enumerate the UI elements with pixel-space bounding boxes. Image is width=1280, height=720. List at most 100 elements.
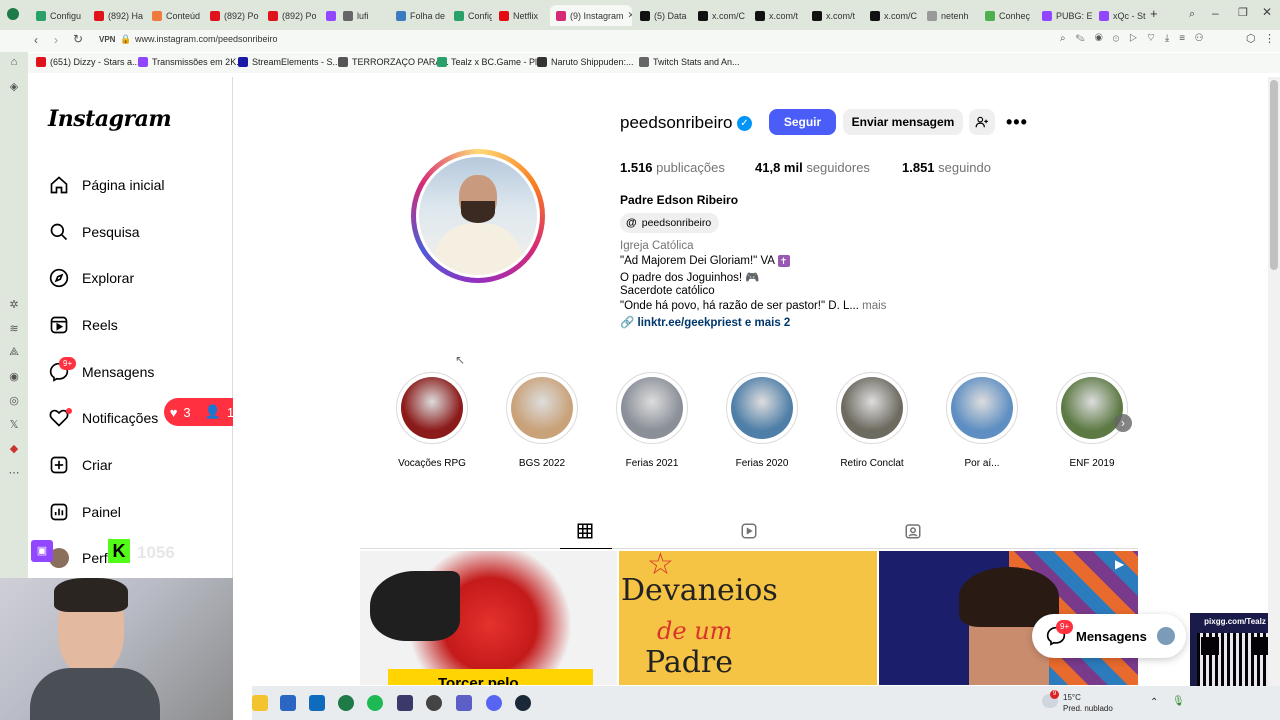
story-highlight[interactable]: Ferias 2020 bbox=[725, 372, 799, 469]
bookmark-item[interactable]: Twitch Stats and An... bbox=[639, 57, 740, 67]
story-highlight[interactable]: Retiro Conclat bbox=[835, 372, 909, 469]
app-icon[interactable] bbox=[397, 695, 413, 711]
browser-tab[interactable]: (892) Po bbox=[262, 5, 319, 26]
sidebar-app-icon[interactable]: ≋ bbox=[7, 322, 21, 336]
browser-tab[interactable]: x.com/C bbox=[692, 5, 748, 26]
post-tile[interactable]: Torcer pelo bbox=[360, 551, 617, 685]
nav-home[interactable]: Página inicial bbox=[48, 170, 165, 200]
threads-chip[interactable]: @ peedsonribeiro bbox=[620, 213, 720, 233]
sidebar-app-icon[interactable]: ✲ bbox=[7, 298, 21, 312]
nav-search[interactable]: Pesquisa bbox=[48, 217, 140, 247]
outlook-icon[interactable] bbox=[309, 695, 325, 711]
instagram-logo[interactable]: Instagram bbox=[48, 106, 172, 132]
following-stat[interactable]: 1.851 seguindo bbox=[902, 160, 991, 175]
tab-posts[interactable] bbox=[576, 522, 594, 540]
send-message-button[interactable]: Enviar mensagem bbox=[843, 109, 963, 135]
bookmark-label: (651) Dizzy - Stars a... bbox=[50, 57, 140, 67]
url-input[interactable]: www.instagram.com/peedsonribeiro bbox=[135, 34, 278, 44]
browser-tab[interactable]: Configu bbox=[30, 5, 87, 26]
steam-icon[interactable] bbox=[515, 695, 531, 711]
story-highlight[interactable]: Por aí... bbox=[945, 372, 1019, 469]
nav-profile[interactable]: Perfi bbox=[48, 543, 111, 573]
store-icon[interactable] bbox=[280, 695, 296, 711]
sidebar-app-icon[interactable]: ◆ bbox=[7, 442, 21, 456]
scrollbar-thumb[interactable] bbox=[1270, 80, 1278, 270]
sidebar-app-icon[interactable]: ◈ bbox=[7, 80, 21, 94]
nav-create[interactable]: Criar bbox=[48, 450, 112, 480]
browser-tab[interactable]: PUBG: E bbox=[1036, 5, 1092, 26]
post-tile[interactable]: Devaneios de um Padre ☆ bbox=[619, 551, 877, 685]
browser-tab[interactable]: x.com/t bbox=[806, 5, 863, 26]
opera-logo-icon[interactable] bbox=[7, 8, 19, 20]
highlights-next-button[interactable]: › bbox=[1114, 414, 1132, 432]
bookmark-item[interactable]: Tealz x BC.Game - Pl... bbox=[437, 57, 545, 67]
nav-dashboard[interactable]: Painel bbox=[48, 497, 121, 527]
browser-tab[interactable]: Configu bbox=[448, 5, 492, 26]
browser-tab[interactable]: x.com/t bbox=[749, 5, 805, 26]
tab-favicon-icon bbox=[396, 10, 406, 21]
x-sidebar-icon[interactable]: 𝕏 bbox=[7, 418, 21, 432]
browser-tab[interactable]: xQc - St bbox=[1093, 5, 1149, 26]
microphone-icon[interactable]: 🎙 bbox=[1172, 696, 1185, 707]
close-tab-icon[interactable]: ✕ bbox=[628, 10, 632, 21]
more-options-icon[interactable]: ••• bbox=[1006, 112, 1028, 133]
followers-stat[interactable]: 41,8 mil seguidores bbox=[755, 160, 870, 175]
opera-taskbar-icon[interactable] bbox=[338, 695, 354, 711]
tab-favicon-icon bbox=[268, 10, 278, 21]
sidebar-app-icon[interactable]: ⟁ bbox=[7, 346, 21, 360]
nav-reels[interactable]: Reels bbox=[48, 310, 118, 340]
minimize-button[interactable]: – bbox=[1212, 6, 1219, 20]
browser-tab[interactable]: Netflix bbox=[493, 5, 549, 26]
browser-tab[interactable]: (892) Ha bbox=[88, 5, 145, 26]
browser-tab[interactable]: (5) Data bbox=[634, 5, 691, 26]
messenger-sidebar-icon[interactable]: ◉ bbox=[7, 370, 21, 384]
teams-icon[interactable] bbox=[456, 695, 472, 711]
nav-notifications[interactable]: Notificações bbox=[48, 403, 158, 433]
browser-tab[interactable]: (892) Po bbox=[320, 5, 336, 26]
home-sidebar-icon[interactable]: ⌂ bbox=[7, 56, 21, 70]
profile-link[interactable]: 🔗 linktr.ee/geekpriest e mais 2 bbox=[620, 315, 790, 329]
back-button[interactable]: ‹ bbox=[34, 33, 38, 47]
maximize-button[interactable]: ❐ bbox=[1238, 6, 1248, 19]
bookmark-item[interactable]: Naruto Shippuden:... bbox=[537, 57, 634, 67]
file-explorer-icon[interactable] bbox=[252, 695, 268, 711]
bookmark-item[interactable]: StreamElements - S... bbox=[238, 57, 340, 67]
reload-button[interactable]: ↻ bbox=[73, 32, 83, 46]
browser-tab[interactable]: Conteúd bbox=[146, 5, 203, 26]
story-highlight[interactable]: Vocações RPG bbox=[395, 372, 469, 469]
browser-tab[interactable]: x.com/C bbox=[864, 5, 920, 26]
browser-tab[interactable]: lufi bbox=[337, 5, 389, 26]
tab-reels[interactable] bbox=[740, 522, 758, 540]
close-window-button[interactable]: ✕ bbox=[1262, 5, 1272, 19]
messages-floating-button[interactable]: Mensagens bbox=[1032, 614, 1186, 658]
app-icon[interactable] bbox=[426, 695, 442, 711]
story-highlight[interactable]: Ferias 2021 bbox=[615, 372, 689, 469]
forward-button[interactable]: › bbox=[54, 33, 58, 47]
browser-tab[interactable]: (892) Po bbox=[204, 5, 261, 26]
extensions-icon[interactable]: ⬡ bbox=[1246, 32, 1256, 45]
menu-icon[interactable]: ⋮ bbox=[1264, 32, 1275, 45]
browser-tab[interactable]: netenh bbox=[921, 5, 978, 26]
bookmark-item[interactable]: Transmissões em 2K... bbox=[138, 57, 244, 67]
bookmark-item[interactable]: TERRORZAÇO PARA... bbox=[338, 57, 449, 67]
discord-icon[interactable] bbox=[486, 695, 502, 711]
tab-tagged[interactable] bbox=[904, 522, 922, 540]
bio-more-link[interactable]: mais bbox=[862, 300, 886, 312]
search-tabs-icon[interactable]: ⌕ bbox=[1189, 8, 1195, 21]
profile-avatar-ring[interactable] bbox=[411, 149, 545, 283]
nav-explore[interactable]: Explorar bbox=[48, 263, 134, 293]
tray-chevron-icon[interactable]: ⌃ bbox=[1150, 697, 1158, 708]
story-highlight[interactable]: BGS 2022 bbox=[505, 372, 579, 469]
spotify-icon[interactable] bbox=[367, 695, 383, 711]
browser-tab[interactable]: (9) Instagram ✕ bbox=[550, 5, 632, 26]
browser-tab[interactable]: Folha de bbox=[390, 5, 447, 26]
bookmarks-bar: (651) Dizzy - Stars a... Transmissões em … bbox=[28, 53, 1280, 73]
new-tab-button[interactable]: + bbox=[1150, 7, 1162, 20]
browser-tab[interactable]: Conheç bbox=[979, 5, 1035, 26]
more-sidebar-icon[interactable]: ⋯ bbox=[7, 466, 21, 480]
whatsapp-sidebar-icon[interactable]: ◎ bbox=[7, 394, 21, 408]
suggest-user-button[interactable] bbox=[969, 109, 995, 135]
follow-button[interactable]: Seguir bbox=[769, 109, 836, 135]
vpn-badge[interactable]: VPN bbox=[99, 35, 115, 44]
bookmark-item[interactable]: (651) Dizzy - Stars a... bbox=[36, 57, 140, 67]
